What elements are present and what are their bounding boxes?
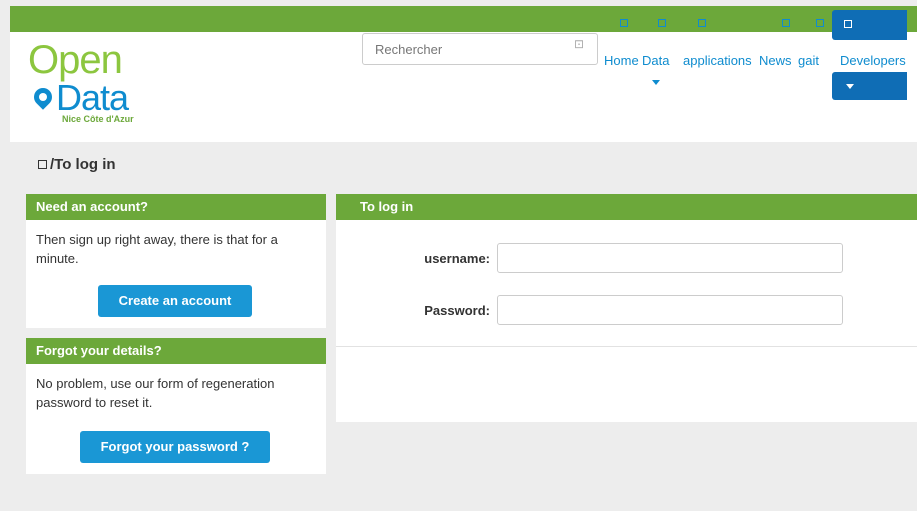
logo-data-text: Data (56, 77, 129, 118)
home-icon[interactable] (620, 19, 628, 27)
nav-item-developers[interactable]: Developers (840, 53, 906, 68)
open-data-logo[interactable]: Open Data Nice Côte d'Azur (28, 40, 168, 128)
login-divider (336, 346, 917, 347)
username-label: username: (424, 251, 490, 266)
breadcrumb-icon (38, 160, 47, 169)
forgot-details-text: No problem, use our form of regeneration… (36, 376, 275, 410)
data-icon[interactable] (658, 19, 666, 27)
logo-open-text: Open (28, 38, 123, 82)
search-input[interactable] (362, 33, 598, 65)
forgot-password-button[interactable]: Forgot your password ? (80, 431, 270, 463)
forgot-details-title: Forgot your details? (26, 338, 326, 364)
developers-icon (844, 20, 852, 28)
password-label: Password: (424, 303, 490, 318)
password-field[interactable] (497, 295, 843, 325)
nav-item-data[interactable]: Data (642, 53, 669, 68)
developers-dropdown-button[interactable] (832, 72, 907, 100)
login-title: To log in (336, 194, 917, 220)
gait-icon[interactable] (816, 19, 824, 27)
breadcrumb: /To log in (38, 156, 116, 173)
nav-item-news[interactable]: News (759, 53, 792, 68)
developers-icon-button[interactable] (832, 10, 907, 40)
applications-icon[interactable] (698, 19, 706, 27)
breadcrumb-text: /To log in (50, 156, 116, 173)
top-bar (10, 6, 917, 32)
data-dropdown-caret-icon[interactable] (652, 80, 660, 85)
nav-item-gait[interactable]: gait (798, 53, 819, 68)
username-field[interactable] (497, 243, 843, 273)
need-account-text: Then sign up right away, there is that f… (36, 232, 278, 266)
search-icon[interactable]: ⊡ (574, 37, 584, 51)
logo-tagline: Nice Côte d'Azur (62, 114, 134, 124)
map-pin-icon (30, 84, 56, 110)
nav-item-applications[interactable]: applications (683, 53, 752, 68)
need-account-title: Need an account? (26, 194, 326, 220)
create-account-button[interactable]: Create an account (98, 285, 252, 317)
news-icon[interactable] (782, 19, 790, 27)
nav-item-home[interactable]: Home (604, 53, 639, 68)
chevron-down-icon (846, 84, 854, 89)
